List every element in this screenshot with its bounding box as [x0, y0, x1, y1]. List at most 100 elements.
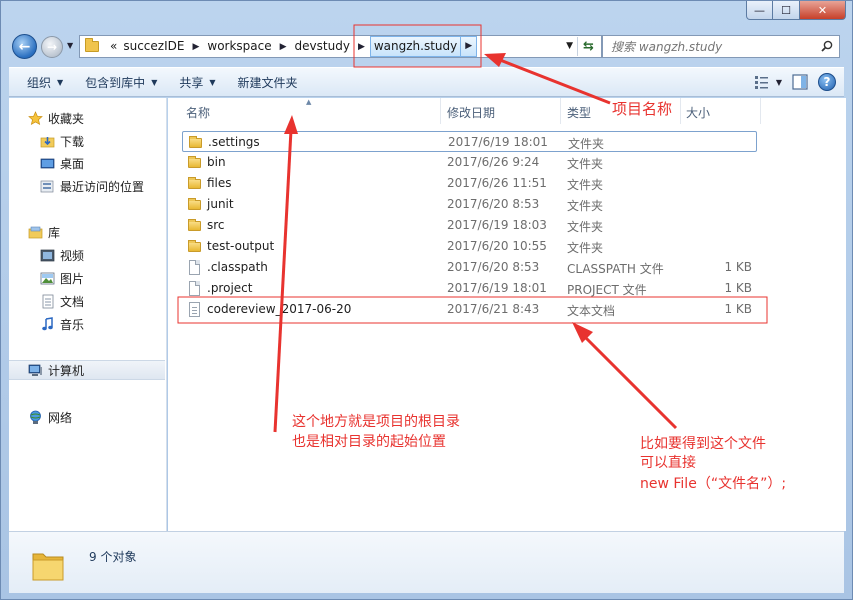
file-icon	[187, 260, 202, 275]
breadcrumb-workspace[interactable]: workspace	[204, 36, 274, 57]
text-file-icon	[187, 302, 202, 317]
sidebar-item-label: 收藏夹	[48, 111, 85, 126]
file-row-project[interactable]: .project 2017/6/19 18:01 PROJECT 文件 1 KB	[182, 278, 757, 299]
file-row-bin[interactable]: bin 2017/6/26 9:24 文件夹	[182, 152, 757, 173]
folder-icon	[187, 155, 202, 170]
column-divider[interactable]	[680, 98, 681, 124]
address-dropdown-icon[interactable]: ▼	[566, 41, 573, 51]
annotation-file-line2: 可以直接	[640, 455, 696, 471]
breadcrumb-chevron-icon[interactable]: ▶	[460, 36, 478, 57]
sidebar-item-label: 视频	[60, 248, 85, 263]
desktop-icon	[39, 155, 55, 171]
explorer-window: — ☐ ✕ ← → ▼ « succezIDE ▶ workspace ▶ de…	[0, 0, 853, 600]
file-row-codereview[interactable]: codereview_2017-06-20 2017/6/21 8:43 文本文…	[182, 299, 757, 320]
annotation-file-line3: new File（“文件名”）;	[640, 476, 787, 492]
column-date[interactable]: 修改日期	[447, 104, 495, 121]
new-folder-button[interactable]: 新建文件夹	[230, 70, 306, 95]
computer-icon	[27, 362, 43, 378]
libraries-icon	[27, 224, 43, 240]
file-name: bin	[207, 155, 226, 169]
help-icon[interactable]: ?	[818, 73, 836, 91]
sidebar-item-music[interactable]: 音乐	[9, 314, 165, 334]
folder-icon	[85, 38, 99, 52]
annotation-file-line1: 比如要得到这个文件	[640, 436, 766, 452]
column-divider[interactable]	[440, 98, 441, 124]
sidebar-item-libraries[interactable]: 库	[9, 222, 165, 242]
caret-down-icon: ▼	[209, 77, 216, 87]
sidebar-item-label: 音乐	[60, 317, 85, 332]
sidebar-item-network[interactable]: 网络	[9, 407, 165, 427]
breadcrumb: « succezIDE ▶ workspace ▶ devstudy ▶ wan…	[107, 36, 478, 57]
file-row-junit[interactable]: junit 2017/6/20 8:53 文件夹	[182, 194, 757, 215]
breadcrumb-devstudy[interactable]: devstudy	[292, 36, 353, 57]
column-divider[interactable]	[560, 98, 561, 124]
video-icon	[39, 247, 55, 263]
folder-large-icon	[32, 553, 64, 581]
caret-down-icon: ▼	[57, 77, 64, 87]
sidebar-item-pictures[interactable]: 图片	[9, 268, 165, 288]
folder-icon	[187, 218, 202, 233]
include-in-library-label: 包含到库中	[85, 75, 146, 90]
column-name[interactable]: 名称	[186, 104, 210, 121]
navigation-pane: 收藏夹 下载 桌面 最近访问的位置 库 视频 图片 文档 音乐 计算机 网络	[9, 98, 167, 531]
search-icon[interactable]	[821, 40, 833, 52]
file-row-src[interactable]: src 2017/6/19 18:03 文件夹	[182, 215, 757, 236]
file-row-classpath[interactable]: .classpath 2017/6/20 8:53 CLASSPATH 文件 1…	[182, 257, 757, 278]
file-date: 2017/6/19 18:01	[447, 281, 547, 295]
file-row-settings[interactable]: .settings 2017/6/19 18:01 文件夹	[182, 131, 757, 152]
sidebar-item-computer[interactable]: 计算机	[9, 360, 165, 380]
file-type: 文本文档	[567, 304, 616, 318]
maximize-button[interactable]: ☐	[773, 1, 800, 20]
file-date: 2017/6/21 8:43	[447, 302, 540, 316]
include-in-library-menu[interactable]: 包含到库中 ▼	[77, 70, 165, 95]
sidebar-item-videos[interactable]: 视频	[9, 245, 165, 265]
column-size[interactable]: 大小	[686, 104, 710, 121]
sidebar-item-recent-places[interactable]: 最近访问的位置	[9, 176, 165, 196]
breadcrumb-chevron-icon[interactable]: ▶	[353, 42, 370, 52]
refresh-icon[interactable]: ⇆	[577, 37, 599, 56]
address-bar[interactable]: « succezIDE ▶ workspace ▶ devstudy ▶ wan…	[79, 35, 602, 58]
organize-menu[interactable]: 组织 ▼	[19, 70, 71, 95]
preview-pane-icon[interactable]	[790, 72, 810, 92]
recent-pages-dropdown-icon[interactable]: ▼	[67, 41, 73, 50]
view-dropdown-icon[interactable]: ▼	[776, 78, 782, 87]
file-row-files[interactable]: files 2017/6/26 11:51 文件夹	[182, 173, 757, 194]
breadcrumb-succezide[interactable]: succezIDE	[120, 36, 187, 57]
breadcrumb-chevron-icon[interactable]: ▶	[275, 42, 292, 52]
minimize-button[interactable]: —	[746, 1, 773, 20]
column-divider[interactable]	[760, 98, 761, 124]
folder-icon	[187, 197, 202, 212]
breadcrumb-wangzh-study[interactable]: wangzh.study	[369, 36, 461, 57]
file-date: 2017/6/20 8:53	[447, 260, 540, 274]
sidebar-item-desktop[interactable]: 桌面	[9, 153, 165, 173]
breadcrumb-chevron-icon[interactable]: ▶	[187, 42, 204, 52]
sidebar-item-favorites[interactable]: 收藏夹	[9, 108, 165, 128]
file-icon	[187, 281, 202, 296]
sidebar-item-documents[interactable]: 文档	[9, 291, 165, 311]
change-view-icon[interactable]	[752, 72, 772, 92]
star-icon	[27, 110, 43, 126]
navigation-bar: ← → ▼ « succezIDE ▶ workspace ▶ devstudy…	[9, 32, 844, 60]
annotation-root-line1: 这个地方就是项目的根目录	[292, 414, 460, 430]
back-button[interactable]: ←	[12, 34, 37, 59]
close-button[interactable]: ✕	[800, 1, 846, 20]
file-row-test-output[interactable]: test-output 2017/6/20 10:55 文件夹	[182, 236, 757, 257]
file-name: .classpath	[207, 260, 268, 274]
file-type: 文件夹	[567, 157, 604, 171]
sidebar-item-label: 桌面	[60, 156, 85, 171]
search-input[interactable]	[603, 39, 813, 54]
file-date: 2017/6/26 11:51	[447, 176, 547, 190]
file-name: codereview_2017-06-20	[207, 302, 352, 316]
annotation-project-name: 项目名称	[612, 100, 673, 118]
file-type: PROJECT 文件	[567, 283, 647, 297]
file-date: 2017/6/20 8:53	[447, 197, 540, 211]
column-type[interactable]: 类型	[567, 104, 591, 121]
file-size: 1 KB	[724, 302, 752, 316]
file-name: src	[207, 218, 225, 232]
share-menu[interactable]: 共享 ▼	[171, 70, 223, 95]
forward-button[interactable]: →	[41, 36, 63, 58]
sort-ascending-icon: ▲	[306, 98, 312, 106]
sidebar-item-downloads[interactable]: 下载	[9, 131, 165, 151]
file-type: 文件夹	[567, 178, 604, 192]
breadcrumb-overflow[interactable]: «	[107, 36, 120, 57]
